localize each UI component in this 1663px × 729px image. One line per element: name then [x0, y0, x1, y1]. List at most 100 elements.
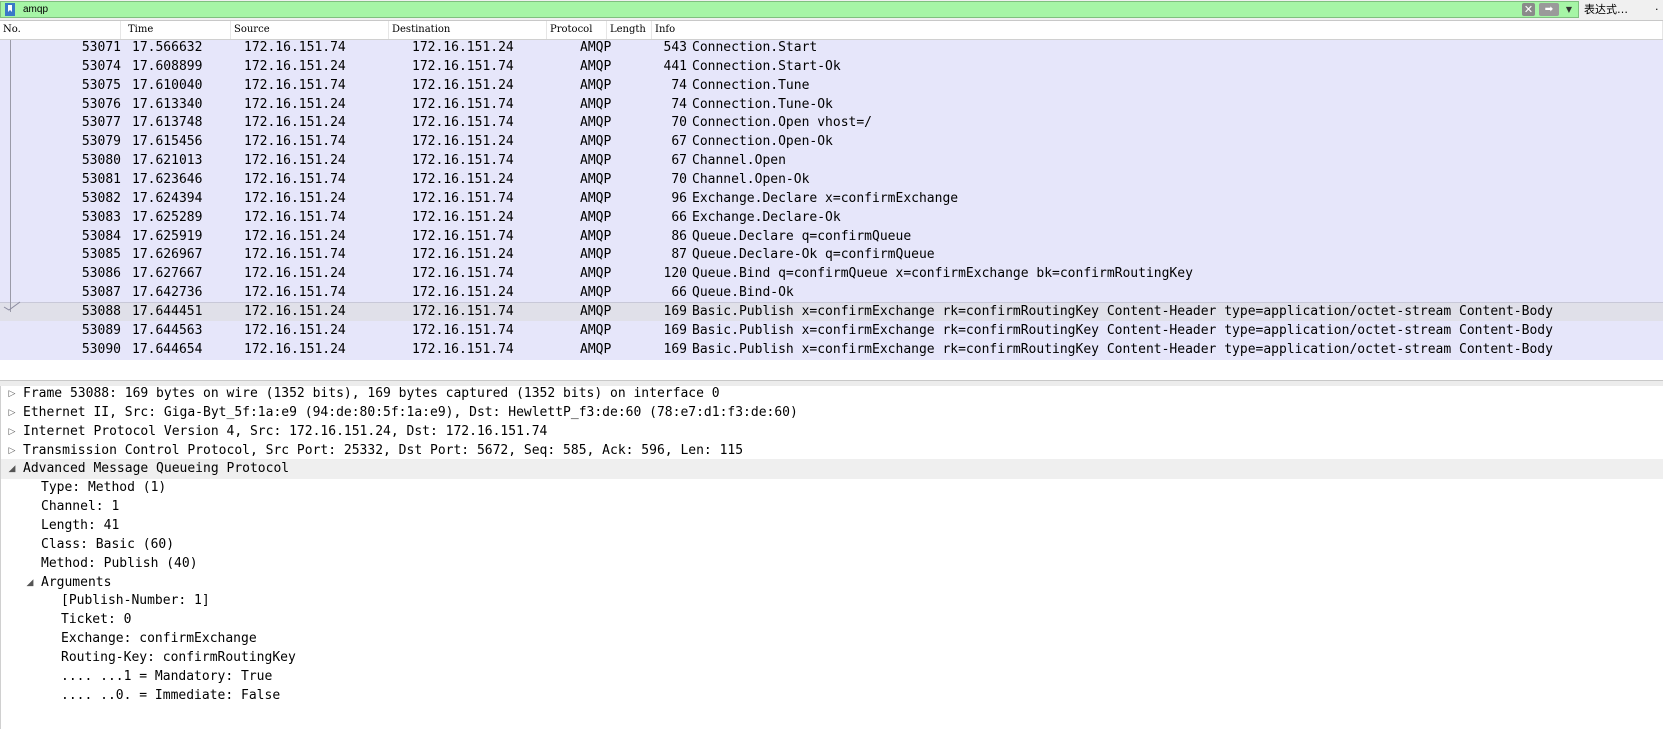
toolbar-overflow-icon[interactable]: ·	[1655, 2, 1659, 18]
packet-source: 172.16.151.24	[244, 323, 346, 338]
packet-source: 172.16.151.74	[244, 172, 346, 187]
packet-row[interactable]: 53083 17.625289 172.16.151.74 172.16.151.24…	[0, 208, 1663, 228]
packet-info: Channel.Open-Ok	[692, 172, 810, 187]
apply-filter-icon[interactable]: ➡	[1539, 3, 1559, 16]
packet-destination: 172.16.151.24	[412, 78, 514, 93]
expression-button[interactable]: 表达式…	[1584, 2, 1628, 18]
packet-row[interactable]: 53071 17.566632 172.16.151.74 172.16.151.24…	[0, 40, 1663, 58]
detail-tree-item[interactable]: ▷ Transmission Control Protocol, Src Port…	[0, 441, 1663, 461]
packet-info: Exchange.Declare x=confirmExchange	[692, 191, 959, 206]
packet-destination: 172.16.151.74	[412, 191, 514, 206]
packet-info: Connection.Start-Ok	[692, 59, 841, 74]
packet-row[interactable]: 53079 17.615456 172.16.151.74 172.16.151.24…	[0, 132, 1663, 152]
packet-destination: 172.16.151.74	[412, 323, 514, 338]
expand-arrow-closed-icon[interactable]: ▷	[6, 422, 18, 442]
detail-tree-item[interactable]: Exchange: confirmExchange	[0, 629, 1663, 649]
detail-tree-text: Method: Publish (40)	[41, 556, 198, 571]
detail-tree-item[interactable]: .... ..0. = Immediate: False	[0, 686, 1663, 706]
detail-tree-item[interactable]: ▷ Frame 53088: 169 bytes on wire (1352 bi…	[0, 386, 1663, 404]
packet-destination: 172.16.151.74	[412, 342, 514, 357]
filter-input[interactable]	[23, 2, 1513, 17]
packet-length: 86	[671, 229, 687, 244]
packet-row[interactable]: 53082 17.624394 172.16.151.24 172.16.151.74…	[0, 189, 1663, 209]
packet-source: 172.16.151.24	[244, 59, 346, 74]
packet-protocol: AMQP	[580, 115, 612, 130]
packet-info: Basic.Publish x=confirmExchange rk=confi…	[692, 342, 1553, 357]
detail-tree-item[interactable]: ◢ Advanced Message Queueing Protocol	[0, 459, 1663, 479]
clear-filter-icon[interactable]: ✕	[1522, 3, 1535, 16]
column-header-time[interactable]: Time	[125, 21, 231, 39]
expand-arrow-open-icon[interactable]: ◢	[24, 573, 36, 593]
packet-row[interactable]: 53085 17.626967 172.16.151.74 172.16.151.24…	[0, 245, 1663, 265]
column-header-protocol[interactable]: Protocol	[547, 21, 607, 39]
detail-tree-item[interactable]: ▷ Ethernet II, Src: Giga-Byt_5f:1a:e9 (94…	[0, 403, 1663, 423]
packet-time: 17.613340	[132, 97, 203, 112]
packet-row[interactable]: 53089 17.644563 172.16.151.24 172.16.151.74…	[0, 321, 1663, 341]
packet-info: Connection.Open vhost=/	[692, 115, 873, 130]
packet-row[interactable]: 53074 17.608899 172.16.151.24 172.16.151.74…	[0, 57, 1663, 77]
packet-details-tree[interactable]: ▷ Frame 53088: 169 bytes on wire (1352 bi…	[0, 386, 1663, 729]
detail-tree-item[interactable]: Type: Method (1)	[0, 478, 1663, 498]
packet-row[interactable]: 53081 17.623646 172.16.151.74 172.16.151.24…	[0, 170, 1663, 190]
packet-time: 17.627667	[132, 266, 203, 281]
packet-number: 53086	[81, 266, 121, 281]
detail-tree-item[interactable]: Routing-Key: confirmRoutingKey	[0, 648, 1663, 668]
packet-source: 172.16.151.74	[244, 210, 346, 225]
packet-time: 17.626967	[132, 247, 203, 262]
packet-number: 53081	[81, 172, 121, 187]
packet-length: 96	[671, 191, 687, 206]
column-header-no[interactable]: No.	[0, 21, 121, 39]
detail-tree-text: Ethernet II, Src: Giga-Byt_5f:1a:e9 (94:…	[23, 405, 798, 420]
packet-list[interactable]: 53071 17.566632 172.16.151.74 172.16.151.24…	[0, 40, 1663, 380]
packet-destination: 172.16.151.74	[412, 229, 514, 244]
packet-info: Connection.Tune-Ok	[692, 97, 833, 112]
expand-arrow-closed-icon[interactable]: ▷	[6, 386, 18, 404]
detail-tree-item[interactable]: Ticket: 0	[0, 610, 1663, 630]
packet-row[interactable]: 53080 17.621013 172.16.151.24 172.16.151.74…	[0, 151, 1663, 171]
packet-protocol: AMQP	[580, 153, 612, 168]
packet-row[interactable]: 53077 17.613748 172.16.151.24 172.16.151.74…	[0, 113, 1663, 133]
packet-length: 70	[671, 115, 687, 130]
detail-tree-item[interactable]: Channel: 1	[0, 497, 1663, 517]
packet-row[interactable]: 53090 17.644654 172.16.151.24 172.16.151.74…	[0, 340, 1663, 360]
packet-row-selected[interactable]: 53088 17.644451 172.16.151.24 172.16.151.74…	[0, 302, 1663, 322]
detail-tree-text: Type: Method (1)	[41, 480, 167, 495]
packet-destination: 172.16.151.24	[412, 134, 514, 149]
packet-info: Basic.Publish x=confirmExchange rk=confi…	[692, 323, 1553, 338]
detail-tree-text: Internet Protocol Version 4, Src: 172.16…	[23, 424, 548, 439]
packet-length: 74	[671, 97, 687, 112]
packet-row[interactable]: 53086 17.627667 172.16.151.24 172.16.151.74…	[0, 264, 1663, 284]
packet-number: 53076	[81, 97, 121, 112]
column-header-source[interactable]: Source	[231, 21, 389, 39]
packet-time: 17.642736	[132, 285, 203, 300]
packet-row[interactable]: 53075 17.610040 172.16.151.74 172.16.151.24…	[0, 76, 1663, 96]
packet-row[interactable]: 53087 17.642736 172.16.151.74 172.16.151.24…	[0, 283, 1663, 303]
detail-tree-item[interactable]: ▷ Internet Protocol Version 4, Src: 172.1…	[0, 422, 1663, 442]
detail-tree-item[interactable]: ◢ Arguments	[0, 573, 1663, 593]
expand-arrow-closed-icon[interactable]: ▷	[6, 403, 18, 423]
packet-time: 17.624394	[132, 191, 203, 206]
detail-tree-item[interactable]: [Publish-Number: 1]	[0, 591, 1663, 611]
column-header-destination[interactable]: Destination	[389, 21, 547, 39]
detail-tree-text: Advanced Message Queueing Protocol	[23, 461, 290, 476]
packet-time: 17.566632	[132, 40, 203, 55]
packet-protocol: AMQP	[580, 59, 612, 74]
detail-tree-item[interactable]: Class: Basic (60)	[0, 535, 1663, 555]
expand-arrow-open-icon[interactable]: ◢	[6, 459, 18, 479]
packet-info: Queue.Bind q=confirmQueue x=confirmExcha…	[692, 266, 1193, 281]
packet-row[interactable]: 53084 17.625919 172.16.151.24 172.16.151.74…	[0, 227, 1663, 247]
filter-history-dropdown-icon[interactable]: ▼	[1563, 3, 1575, 16]
column-header-info[interactable]: Info	[652, 21, 1663, 39]
packet-source: 172.16.151.74	[244, 40, 346, 55]
detail-tree-item[interactable]: Length: 41	[0, 516, 1663, 536]
packet-row[interactable]: 53076 17.613340 172.16.151.24 172.16.151.74…	[0, 95, 1663, 115]
expand-arrow-closed-icon[interactable]: ▷	[6, 441, 18, 461]
packet-source: 172.16.151.24	[244, 342, 346, 357]
detail-tree-item[interactable]: Method: Publish (40)	[0, 554, 1663, 574]
column-header-length[interactable]: Length	[607, 21, 652, 39]
bookmark-icon[interactable]	[4, 3, 16, 16]
details-left-border	[0, 386, 1, 729]
packet-length: 169	[663, 342, 687, 357]
detail-tree-item[interactable]: .... ...1 = Mandatory: True	[0, 667, 1663, 687]
packet-info: Connection.Start	[692, 40, 818, 55]
